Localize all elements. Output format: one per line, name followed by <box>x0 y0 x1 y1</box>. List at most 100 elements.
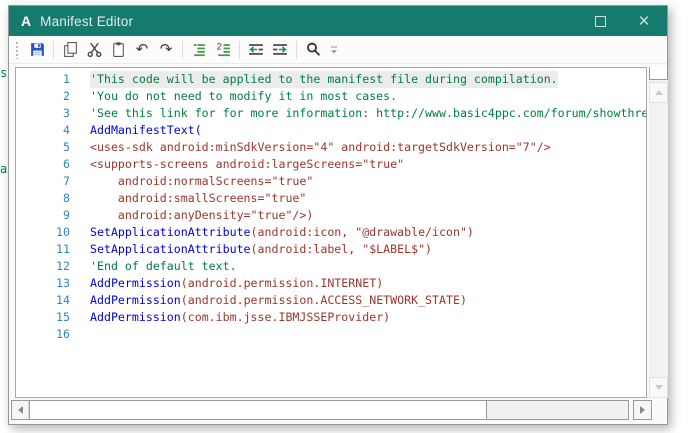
code-line: 12 'End of default text. <box>16 258 646 275</box>
manifest-editor-window: A Manifest Editor × ↶ ↷ 2 1 'This code w… <box>8 5 668 425</box>
line-number: 16 <box>56 327 70 341</box>
outdent-icon <box>249 44 263 55</box>
code-text: 'You do not need to modify it in most ca… <box>90 89 398 103</box>
format-selection-icon: 2 <box>216 42 230 57</box>
line-number: 5 <box>63 140 70 154</box>
code-line: 15 AddPermission(com.ibm.jsse.IBMJSSEProv… <box>16 309 646 326</box>
app-logo: A <box>21 13 32 29</box>
save-button[interactable] <box>25 38 49 62</box>
save-icon <box>30 43 44 56</box>
code-line: 8 android:smallScreens="true" <box>16 190 646 207</box>
line-number: 11 <box>56 242 70 256</box>
toolbar-grip[interactable] <box>15 40 19 59</box>
toolbar-separator <box>239 40 240 59</box>
code-text: 'This code will be applied to the manife… <box>90 71 558 88</box>
code-text: AddPermission(android.permission.INTERNE… <box>90 276 384 290</box>
scroll-down-button[interactable] <box>649 377 668 398</box>
code-line: 5 <uses-sdk android:minSdkVersion="4" and… <box>16 139 646 156</box>
line-number: 13 <box>56 276 70 290</box>
indent-icon <box>273 44 287 55</box>
outdent-button[interactable] <box>244 38 268 62</box>
toolbar-separator <box>53 40 54 59</box>
line-number: 4 <box>63 123 70 137</box>
code-line: 16 <box>16 326 646 343</box>
svg-text:2: 2 <box>216 42 221 53</box>
undo-button[interactable]: ↶ <box>130 38 154 62</box>
search-icon <box>306 42 320 56</box>
line-number: 1 <box>63 72 70 86</box>
code-line: 6 <supports-screens android:largeScreens=… <box>16 156 646 173</box>
horizontal-scroll-thumb[interactable] <box>29 400 487 420</box>
code-text: android:smallScreens="true" <box>90 191 307 205</box>
toolbar-separator <box>296 40 297 59</box>
cut-icon <box>87 42 101 58</box>
maximize-button[interactable] <box>585 8 615 34</box>
code-line: 1 'This code will be applied to the manif… <box>16 71 646 88</box>
horizontal-scrollbar[interactable] <box>11 400 629 420</box>
code-line: 13 AddPermission(android.permission.INTER… <box>16 275 646 292</box>
line-number: 3 <box>63 106 70 120</box>
code-text: 'End of default text. <box>90 259 237 273</box>
copy-icon <box>63 42 77 57</box>
code-text: <supports-screens android:largeScreens="… <box>90 157 405 171</box>
code-line: 7 android:normalScreens="true" <box>16 173 646 190</box>
code-lines: 1 'This code will be applied to the manif… <box>16 71 646 343</box>
format-lines-icon <box>193 44 205 57</box>
line-number: 9 <box>63 208 70 222</box>
line-number: 10 <box>56 225 70 239</box>
down-arrow-icon <box>654 385 663 390</box>
copy-button[interactable] <box>58 38 82 62</box>
code-line: 3 'See this link for for more information… <box>16 105 646 122</box>
titlebar[interactable]: A Manifest Editor × <box>9 6 667 36</box>
left-arrow-icon <box>17 406 23 414</box>
toolbar: ↶ ↷ 2 <box>9 36 667 64</box>
manifest-code-editor[interactable]: 1 'This code will be applied to the manif… <box>15 67 647 398</box>
scroll-up-button[interactable] <box>649 82 668 103</box>
redo-button[interactable]: ↷ <box>154 38 178 62</box>
format-selection-button[interactable]: 2 <box>211 38 235 62</box>
code-line: 14 AddPermission(android.permission.ACCES… <box>16 292 646 309</box>
close-icon: × <box>638 10 650 32</box>
line-number: 15 <box>56 310 70 324</box>
indent-button[interactable] <box>268 38 292 62</box>
line-number: 7 <box>63 174 70 188</box>
code-text: android:normalScreens="true" <box>90 174 314 188</box>
format-lines-button[interactable] <box>187 38 211 62</box>
up-arrow-icon <box>654 90 663 95</box>
toolbar-overflow-button[interactable] <box>327 39 341 61</box>
paste-icon <box>112 42 124 57</box>
code-line: 11 SetApplicationAttribute(android:label,… <box>16 241 646 258</box>
code-text: android:anyDensity="true"/>) <box>90 208 314 222</box>
search-button[interactable] <box>301 38 325 62</box>
paste-button[interactable] <box>106 38 130 62</box>
line-number: 8 <box>63 191 70 205</box>
background-code-fragment: s <box>0 66 8 80</box>
code-line: 10 SetApplicationAttribute(android:icon, … <box>16 224 646 241</box>
window-title: Manifest Editor <box>40 13 134 29</box>
code-text: <uses-sdk android:minSdkVersion="4" andr… <box>90 140 551 154</box>
scroll-right-button[interactable] <box>633 400 652 420</box>
code-text: AddPermission(com.ibm.jsse.IBMJSSEProvid… <box>90 310 391 324</box>
toolbar-overflow-icon <box>331 46 337 54</box>
code-line: 9 android:anyDensity="true"/>) <box>16 207 646 224</box>
redo-icon: ↷ <box>159 40 173 58</box>
code-line: 2 'You do not need to modify it in most c… <box>16 88 646 105</box>
code-text: SetApplicationAttribute(android:label, "… <box>90 242 433 256</box>
right-arrow-icon <box>640 406 645 414</box>
code-text: AddPermission(android.permission.ACCESS_… <box>90 293 467 307</box>
toolbar-separator <box>182 40 183 59</box>
maximize-icon <box>594 15 606 27</box>
line-number: 12 <box>56 259 70 273</box>
vertical-scrollbar[interactable] <box>649 67 668 398</box>
cut-button[interactable] <box>82 38 106 62</box>
splitter-box[interactable] <box>649 67 668 80</box>
undo-icon: ↶ <box>135 40 149 58</box>
close-button[interactable]: × <box>629 8 659 34</box>
line-number: 6 <box>63 157 70 171</box>
code-text: AddManifestText( <box>90 123 202 137</box>
scroll-left-button[interactable] <box>12 401 29 419</box>
line-number: 2 <box>63 89 70 103</box>
code-text: 'See this link for for more information:… <box>90 106 647 120</box>
code-text: SetApplicationAttribute(android:icon, "@… <box>90 225 474 239</box>
line-number: 14 <box>56 293 70 307</box>
